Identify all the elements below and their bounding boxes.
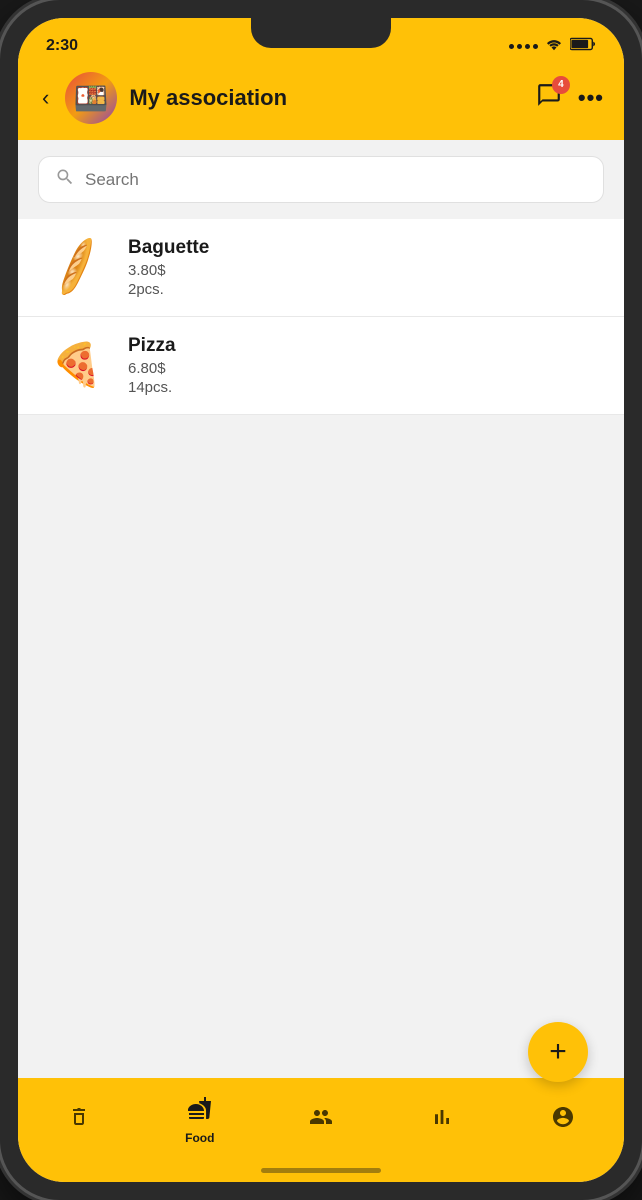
item-image-baguette: 🥖: [42, 243, 112, 293]
food-icon: [188, 1096, 212, 1127]
more-options-button[interactable]: •••: [578, 85, 604, 111]
home-indicator: [18, 1158, 624, 1182]
header-actions: 4 •••: [536, 82, 604, 115]
plus-icon: +: [549, 1035, 567, 1069]
avatar: 🍱: [65, 72, 117, 124]
item-list: 🥖 Baguette 3.80$ 2pcs. 🍕 Pizza 6: [18, 219, 624, 415]
item-image-pizza: 🍕: [42, 341, 112, 391]
item-price: 6.80$: [128, 360, 600, 377]
phone-screen: 2:30: [18, 18, 624, 1182]
notch: [251, 18, 391, 48]
stats-icon: [430, 1105, 454, 1136]
header: ‹ 🍱 My association 4 •••: [18, 62, 624, 140]
nav-item-settings[interactable]: [533, 1105, 593, 1136]
pizza-emoji: 🍕: [51, 341, 103, 390]
settings-icon: [551, 1105, 575, 1136]
list-item[interactable]: 🍕 Pizza 6.80$ 14pcs.: [18, 317, 624, 415]
home-bar: [261, 1168, 381, 1173]
nav-item-food[interactable]: Food: [170, 1096, 230, 1145]
notification-badge: 4: [552, 76, 570, 94]
status-icons: [509, 37, 596, 56]
add-item-button[interactable]: +: [528, 1022, 588, 1082]
status-time: 2:30: [46, 37, 78, 55]
battery-icon: [570, 37, 596, 56]
food-nav-label: Food: [185, 1131, 214, 1145]
item-price: 3.80$: [128, 262, 600, 279]
back-button[interactable]: ‹: [38, 81, 53, 115]
phone-frame: 2:30: [0, 0, 642, 1200]
messages-button[interactable]: 4: [536, 82, 562, 115]
search-box: [38, 156, 604, 203]
wifi-icon: [544, 37, 564, 56]
drinks-icon: [67, 1105, 91, 1136]
signal-dots: [509, 44, 538, 49]
item-name: Pizza: [128, 335, 600, 357]
page-title: My association: [129, 85, 524, 111]
baguette-emoji: 🥖: [44, 236, 110, 300]
item-name: Baguette: [128, 237, 600, 259]
search-container: [18, 140, 624, 219]
item-quantity: 2pcs.: [128, 281, 600, 298]
list-item[interactable]: 🥖 Baguette 3.80$ 2pcs.: [18, 219, 624, 317]
nav-item-people[interactable]: [291, 1105, 351, 1136]
nav-item-stats[interactable]: [412, 1105, 472, 1136]
fab-container: +: [528, 1022, 588, 1082]
item-info-baguette: Baguette 3.80$ 2pcs.: [128, 237, 600, 298]
item-quantity: 14pcs.: [128, 379, 600, 396]
item-info-pizza: Pizza 6.80$ 14pcs.: [128, 335, 600, 396]
search-icon: [55, 167, 75, 192]
bottom-nav: Food: [18, 1078, 624, 1158]
people-icon: [308, 1105, 334, 1136]
content-area: 🥖 Baguette 3.80$ 2pcs. 🍕 Pizza 6: [18, 219, 624, 1078]
search-input[interactable]: [85, 170, 587, 190]
nav-item-drinks[interactable]: [49, 1105, 109, 1136]
